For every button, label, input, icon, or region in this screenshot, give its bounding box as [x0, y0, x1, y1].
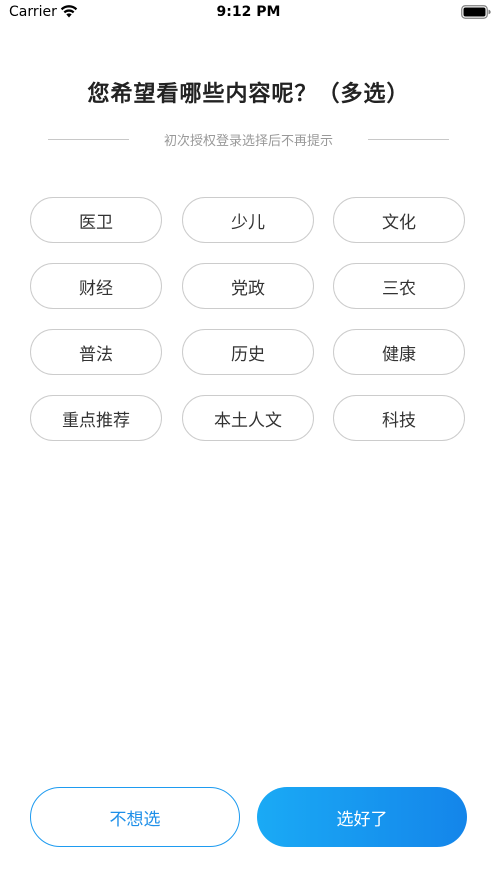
tag-caijing[interactable]: 财经: [30, 263, 162, 309]
tag-dangzheng[interactable]: 党政: [182, 263, 314, 309]
tag-sannong[interactable]: 三农: [333, 263, 465, 309]
tag-pufa[interactable]: 普法: [30, 329, 162, 375]
skip-button[interactable]: 不想选: [30, 787, 240, 847]
tag-jiankang[interactable]: 健康: [333, 329, 465, 375]
tag-wenhua[interactable]: 文化: [333, 197, 465, 243]
tag-lishi[interactable]: 历史: [182, 329, 314, 375]
battery-icon: [461, 5, 491, 19]
clock-time: 9:12 PM: [216, 4, 281, 20]
divider-right: [368, 139, 449, 140]
subtitle-row: 初次授权登录选择后不再提示: [48, 129, 449, 149]
tag-bentu[interactable]: 本土人文: [182, 395, 314, 441]
done-button[interactable]: 选好了: [257, 787, 467, 847]
tag-yiwei[interactable]: 医卫: [30, 197, 162, 243]
tag-shaoer[interactable]: 少儿: [182, 197, 314, 243]
page-title: 您希望看哪些内容呢？（多选）: [87, 82, 410, 107]
status-bar: Carrier 9:12 PM: [0, 0, 497, 26]
tag-zhongdian[interactable]: 重点推荐: [30, 395, 162, 441]
tag-keji[interactable]: 科技: [333, 395, 465, 441]
